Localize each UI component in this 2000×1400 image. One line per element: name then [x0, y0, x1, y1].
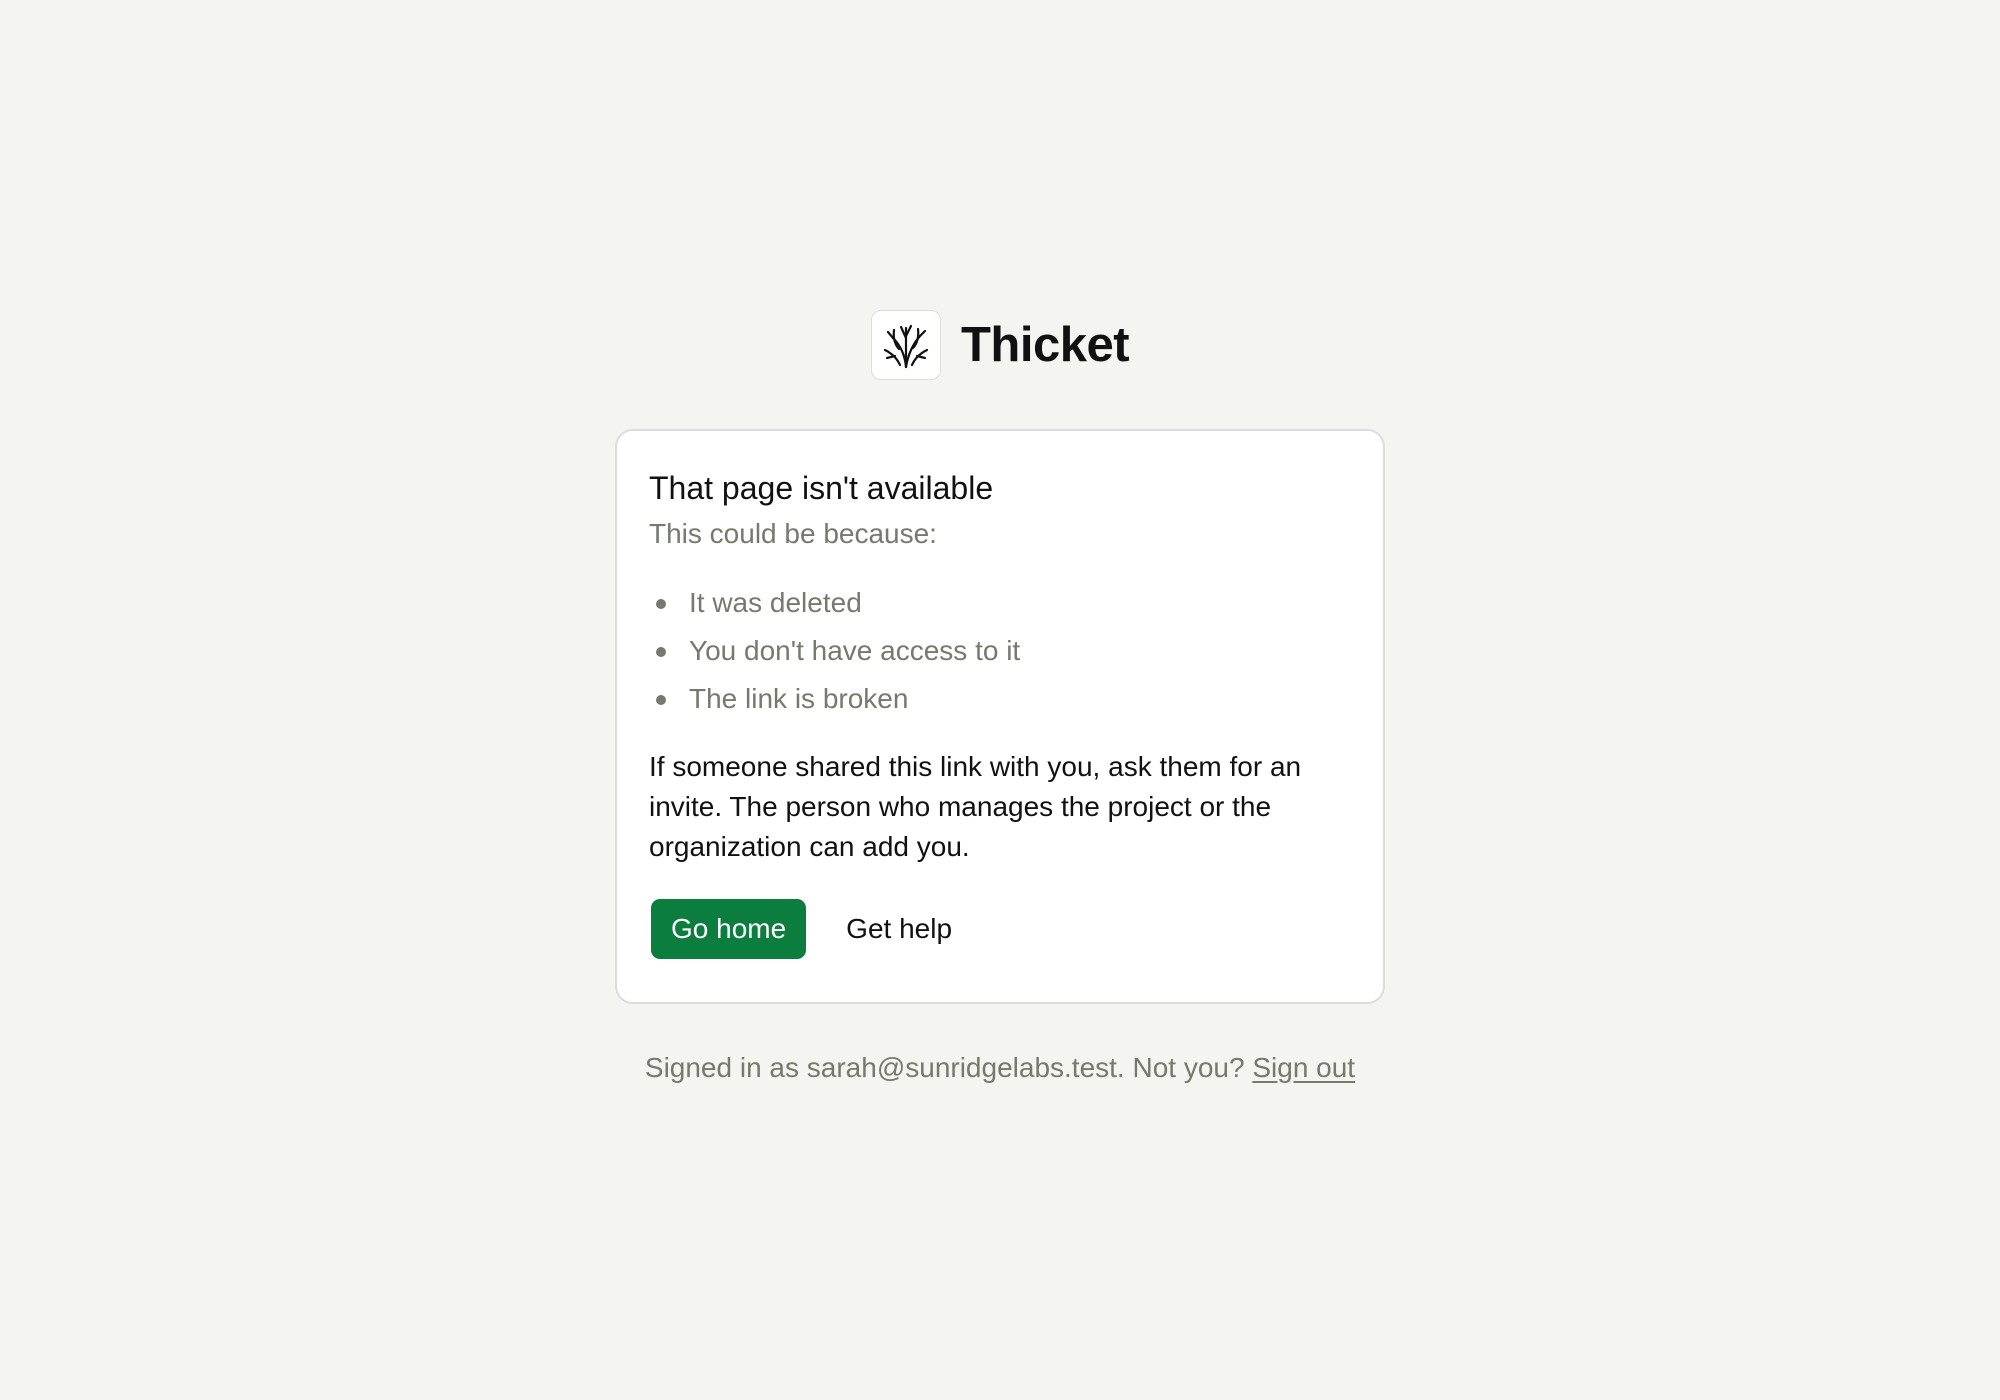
error-page: Thicket That page isn't available This c… — [0, 0, 2000, 1400]
bullet-icon — [656, 599, 666, 609]
brand-header: Thicket — [0, 310, 2000, 380]
invite-explanation: If someone shared this link with you, as… — [649, 751, 1302, 862]
reason-text: It was deleted — [689, 587, 862, 618]
error-card: That page isn't available This could be … — [615, 429, 1385, 1004]
signed-in-footer: Signed in as sarah@sunridgelabs.test. No… — [0, 1052, 2000, 1084]
get-help-button[interactable]: Get help — [846, 913, 952, 945]
reasons-list: It was deleted You don't have access to … — [649, 579, 1351, 723]
list-item: You don't have access to it — [649, 627, 1351, 675]
reason-text: The link is broken — [689, 683, 909, 714]
bullet-icon — [656, 647, 666, 657]
bullet-icon — [656, 695, 666, 705]
list-item: The link is broken — [649, 675, 1351, 723]
sign-out-link[interactable]: Sign out — [1252, 1052, 1355, 1083]
list-item: It was deleted — [649, 579, 1351, 627]
brand-logo — [870, 310, 941, 380]
error-subtitle: This could be because: — [649, 518, 937, 549]
action-buttons: Go home Get help — [649, 899, 1351, 959]
go-home-button[interactable]: Go home — [651, 899, 807, 959]
reason-text: You don't have access to it — [689, 635, 1021, 666]
thicket-branches-icon — [883, 324, 929, 369]
signed-in-text: Signed in as sarah@sunridgelabs.test. No… — [644, 1052, 1245, 1083]
brand-name: Thicket — [960, 318, 1130, 372]
error-title: That page isn't available — [649, 470, 994, 506]
